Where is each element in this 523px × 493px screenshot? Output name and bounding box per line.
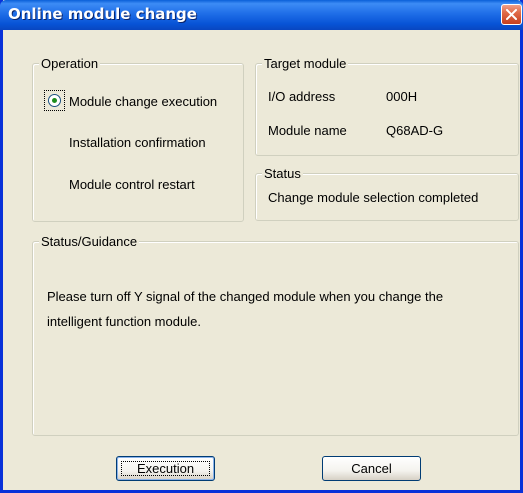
io-address-label: I/O address: [268, 89, 336, 104]
module-name-value: Q68AD-G: [386, 123, 444, 138]
module-change-execution-radio[interactable]: [48, 94, 61, 107]
radio-selected-dot: [52, 98, 57, 103]
guidance-legend: Status/Guidance: [39, 234, 140, 249]
cancel-button-label: Cancel: [351, 461, 392, 476]
execution-button[interactable]: Execution: [116, 456, 215, 481]
target-module-legend: Target module: [262, 56, 349, 71]
module-control-restart-label: Module control restart: [69, 177, 195, 192]
execution-button-label: Execution: [136, 461, 195, 476]
target-module-group: Target module: [255, 56, 519, 156]
guidance-line-1: Please turn off Y signal of the changed …: [47, 289, 444, 304]
operation-legend: Operation: [39, 56, 101, 71]
guidance-group: Status/Guidance: [32, 234, 519, 436]
window-title: Online module change: [8, 5, 197, 23]
status-legend: Status: [262, 166, 303, 181]
title-bar[interactable]: Online module change: [0, 0, 523, 30]
guidance-line-2: intelligent function module.: [47, 314, 201, 329]
io-address-value: 000H: [386, 89, 418, 104]
status-text: Change module selection completed: [268, 190, 479, 205]
cancel-button[interactable]: Cancel: [322, 456, 421, 481]
installation-confirmation-label: Installation confirmation: [69, 135, 206, 150]
close-icon[interactable]: [501, 4, 522, 25]
dialog-window: Online module change Operation Module ch…: [0, 0, 523, 493]
module-name-label: Module name: [268, 123, 347, 138]
module-change-execution-label[interactable]: Module change execution: [69, 94, 217, 110]
